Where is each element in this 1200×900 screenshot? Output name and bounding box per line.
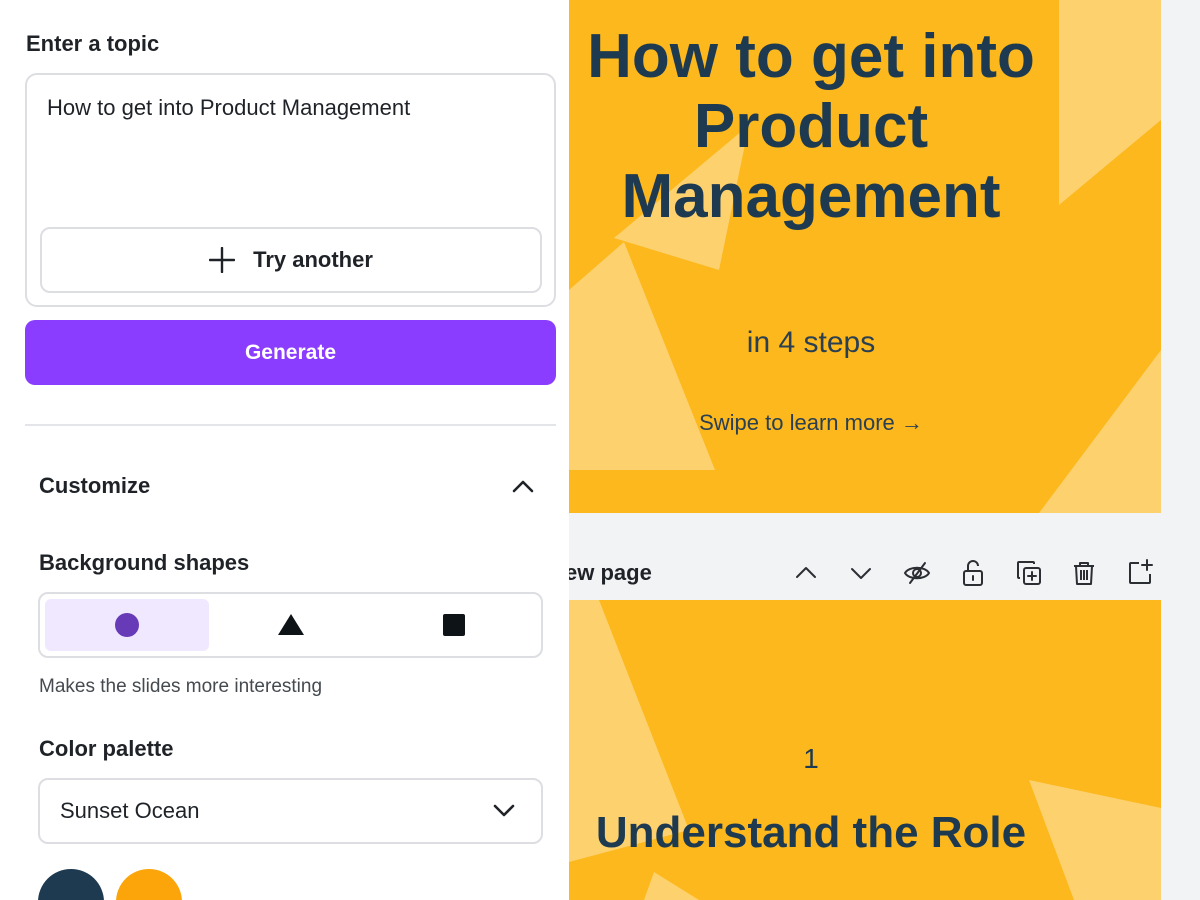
color-palette-heading: Color palette bbox=[39, 736, 174, 761]
plus-icon bbox=[209, 247, 236, 273]
background-shapes-hint: Makes the slides more interesting bbox=[39, 676, 323, 697]
page-toolbar: ew page bbox=[569, 548, 1200, 598]
chevron-up-icon[interactable] bbox=[508, 472, 538, 502]
square-icon bbox=[443, 614, 466, 636]
trash-icon[interactable] bbox=[1069, 558, 1099, 588]
slide-footer[interactable]: Swipe to learn more → bbox=[569, 410, 1053, 436]
chevron-down-icon[interactable] bbox=[846, 558, 876, 588]
chevron-up-icon[interactable] bbox=[791, 558, 821, 588]
lock-icon[interactable] bbox=[958, 558, 988, 588]
chevron-down-icon bbox=[493, 804, 515, 817]
shape-option-square[interactable] bbox=[372, 599, 536, 651]
shape-option-circle[interactable] bbox=[45, 599, 209, 651]
generate-label: Generate bbox=[244, 340, 337, 364]
circle-icon bbox=[114, 613, 139, 637]
color-palette-value: Sunset Ocean bbox=[60, 798, 200, 823]
add-page-icon[interactable] bbox=[1125, 558, 1155, 588]
step-number[interactable]: 1 bbox=[569, 743, 1053, 775]
topic-input-value[interactable]: How to get into Product Management bbox=[47, 95, 410, 121]
canvas-area: How to get into Product Management in 4 … bbox=[569, 0, 1200, 900]
slide-step-1[interactable]: 1 Understand the Role bbox=[569, 600, 1161, 900]
color-palette-select[interactable]: Sunset Ocean bbox=[38, 778, 543, 844]
customize-heading[interactable]: Customize bbox=[39, 473, 150, 499]
triangle-icon bbox=[277, 614, 304, 635]
slide-subtitle[interactable]: in 4 steps bbox=[569, 326, 1053, 360]
step-title[interactable]: Understand the Role bbox=[569, 808, 1053, 858]
slide-title[interactable]: How to get into Product Management bbox=[569, 22, 1053, 232]
page-title-label[interactable]: ew page bbox=[569, 560, 652, 586]
topic-input[interactable]: How to get into Product Management Try a… bbox=[25, 73, 556, 307]
topic-heading: Enter a topic bbox=[26, 31, 160, 56]
duplicate-icon[interactable] bbox=[1014, 558, 1044, 588]
palette-swatch-dark-blue[interactable] bbox=[38, 869, 104, 900]
generator-panel: Enter a topic How to get into Product Ma… bbox=[0, 0, 569, 900]
generate-button[interactable]: Generate bbox=[25, 320, 556, 385]
try-another-button[interactable]: Try another bbox=[40, 227, 542, 293]
shape-option-triangle[interactable] bbox=[209, 599, 373, 651]
try-another-label: Try another bbox=[253, 247, 373, 272]
background-shape-picker bbox=[38, 592, 543, 658]
background-shapes-heading: Background shapes bbox=[39, 550, 250, 575]
hide-eye-icon[interactable] bbox=[902, 558, 932, 588]
divider bbox=[25, 424, 556, 426]
slide-cover[interactable]: How to get into Product Management in 4 … bbox=[569, 0, 1161, 513]
palette-swatch-orange[interactable] bbox=[116, 869, 182, 900]
